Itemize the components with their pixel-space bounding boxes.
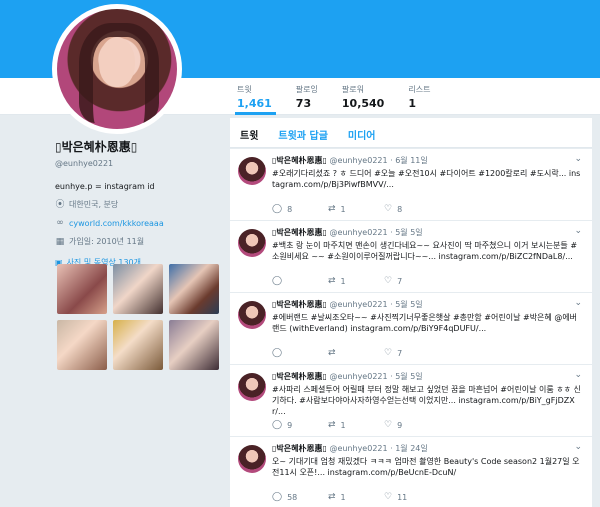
profile-website: ∞ cyworld.com/kkkoreaaa	[55, 218, 225, 228]
reply-icon: ◯	[272, 348, 283, 358]
tweet-avatar[interactable]	[238, 445, 266, 473]
location-pin-icon: ⦿	[55, 199, 65, 210]
tweet-item[interactable]: ▯박은혜朴恩惠▯ @eunhye0221 · 5월 5일 ⌄ #사파리 스페셜투…	[230, 365, 592, 437]
tweet-item[interactable]: ▯박은혜朴恩惠▯ @eunhye0221 · 5월 5일 ⌄ #에버랜드 #날씨…	[230, 293, 592, 365]
retweet-icon: ⇄	[328, 420, 336, 430]
tweet-author[interactable]: ▯박은혜朴恩惠▯	[272, 156, 327, 165]
heart-icon: ♡	[384, 420, 393, 430]
retweet-button[interactable]: ⇄ 1	[328, 420, 384, 430]
media-thumbnail[interactable]	[169, 320, 219, 370]
tweet-meta[interactable]: @eunhye0221 · 5월 5일	[329, 228, 422, 237]
retweet-icon: ⇄	[328, 348, 336, 358]
tweet-meta[interactable]: @eunhye0221 · 1월 24일	[329, 444, 427, 453]
profile-location: ⦿ 대한민국, 분당	[55, 199, 119, 210]
tweet-text: #백초 랑 눈이 마주치면 맨손이 생긴다네요~~ 요사진이 딱 마주쳤으니 이…	[272, 241, 578, 261]
profile-bio: eunhye.p = instagram id	[55, 182, 155, 191]
tweet-timeline: ▯박은혜朴恩惠▯ @eunhye0221 · 6월 11일 ⌄ #오래기다리셨죠…	[230, 149, 592, 507]
tweet-text: 오~ 기대기대 엄청 재밌겠다 ㅋㅋㅋ 엄마전 촬영한 Beauty's Cod…	[272, 457, 580, 477]
profile-avatar[interactable]	[52, 4, 182, 134]
reply-icon: ◯	[272, 492, 283, 502]
tweet-author[interactable]: ▯박은혜朴恩惠▯	[272, 228, 327, 237]
like-button[interactable]: ♡ 9	[384, 420, 440, 430]
tweet-avatar[interactable]	[238, 229, 266, 257]
tweet-actions: ◯ 9 ⇄ 1 ♡ 9	[272, 420, 440, 430]
reply-icon: ◯	[272, 204, 283, 214]
tweet-author[interactable]: ▯박은혜朴恩惠▯	[272, 444, 327, 453]
media-thumbnail[interactable]	[169, 264, 219, 314]
reply-icon: ◯	[272, 420, 283, 430]
tweet-meta[interactable]: @eunhye0221 · 6월 11일	[329, 156, 427, 165]
tweet-author[interactable]: ▯박은혜朴恩惠▯	[272, 300, 327, 309]
retweet-button[interactable]: ⇄ 1	[328, 492, 384, 502]
reply-button[interactable]: ◯ 58	[272, 492, 328, 502]
profile-name[interactable]: ▯박은혜朴恩惠▯	[55, 138, 225, 155]
heart-icon: ♡	[384, 492, 393, 502]
retweet-icon: ⇄	[328, 276, 336, 286]
tweet-actions: ◯ ⇄ ♡ 7	[272, 348, 440, 358]
tweet-meta[interactable]: @eunhye0221 · 5월 5일	[329, 372, 422, 381]
media-thumbnail[interactable]	[57, 264, 107, 314]
tweet-avatar[interactable]	[238, 373, 266, 401]
link-icon: ∞	[56, 218, 64, 228]
chevron-down-icon[interactable]: ⌄	[574, 154, 582, 164]
stat-lists[interactable]: 리스트 1	[396, 84, 442, 114]
reply-button[interactable]: ◯	[272, 276, 328, 286]
chevron-down-icon[interactable]: ⌄	[574, 226, 582, 236]
chevron-down-icon[interactable]: ⌄	[574, 442, 582, 452]
tab-tweets-and-replies[interactable]: 트윗과 답글	[268, 118, 337, 147]
heart-icon: ♡	[384, 276, 393, 286]
retweet-button[interactable]: ⇄ 1	[328, 204, 384, 214]
tweet-actions: ◯ 8 ⇄ 1 ♡ 8	[272, 204, 440, 214]
media-thumbnail[interactable]	[57, 320, 107, 370]
heart-icon: ♡	[384, 348, 393, 358]
tweet-text: #오래기다리셨죠 ? ㅎ 드디어 #오늘 #오전10시 #다이어트 #1200칼…	[272, 169, 581, 189]
like-button[interactable]: ♡ 7	[384, 276, 440, 286]
retweet-icon: ⇄	[328, 204, 336, 214]
media-thumbnail[interactable]	[113, 320, 163, 370]
like-button[interactable]: ♡ 8	[384, 204, 440, 214]
like-button[interactable]: ♡ 7	[384, 348, 440, 358]
profile-joined: ▦ 가입일: 2010년 11월	[55, 236, 145, 247]
tweet-actions: ◯ 58 ⇄ 1 ♡ 11	[272, 492, 440, 502]
media-grid	[57, 264, 219, 370]
heart-icon: ♡	[384, 204, 393, 214]
calendar-icon: ▦	[55, 236, 65, 247]
profile-stats: 트윗 1,461 팔로잉 73 팔로워 10,540 리스트 1	[225, 84, 442, 115]
tab-media[interactable]: 미디어	[338, 118, 386, 147]
retweet-button[interactable]: ⇄ 1	[328, 276, 384, 286]
tweet-actions: ◯ ⇄ 1 ♡ 7	[272, 276, 440, 286]
stat-tweets[interactable]: 트윗 1,461	[225, 84, 284, 115]
reply-button[interactable]: ◯ 8	[272, 204, 328, 214]
stat-followers[interactable]: 팔로워 10,540	[330, 84, 396, 114]
tweet-text: #사파리 스페셜투어 어릴때 부터 정말 해보고 싶었던 꿈을 마흔넘어 #어린…	[272, 385, 581, 416]
tab-tweets[interactable]: 트윗	[230, 118, 268, 147]
tweet-avatar[interactable]	[238, 301, 266, 329]
tweet-text: #에버랜드 #날씨조오타~~ #사진찍기너무좋은햇살 #총만함 #어린이날 #박…	[272, 313, 578, 333]
reply-button[interactable]: ◯ 9	[272, 420, 328, 430]
like-button[interactable]: ♡ 11	[384, 492, 440, 502]
tweet-author[interactable]: ▯박은혜朴恩惠▯	[272, 372, 327, 381]
retweet-button[interactable]: ⇄	[328, 348, 384, 358]
tweet-avatar[interactable]	[238, 157, 266, 185]
tweet-meta[interactable]: @eunhye0221 · 5월 5일	[329, 300, 422, 309]
stat-following[interactable]: 팔로잉 73	[284, 84, 330, 114]
reply-icon: ◯	[272, 276, 283, 286]
tweet-item[interactable]: ▯박은혜朴恩惠▯ @eunhye0221 · 5월 5일 ⌄ #백초 랑 눈이 …	[230, 221, 592, 293]
reply-button[interactable]: ◯	[272, 348, 328, 358]
retweet-icon: ⇄	[328, 492, 336, 502]
chevron-down-icon[interactable]: ⌄	[574, 298, 582, 308]
tweet-item[interactable]: ▯박은혜朴恩惠▯ @eunhye0221 · 1월 24일 ⌄ 오~ 기대기대 …	[230, 437, 592, 507]
profile-card: ▯박은혜朴恩惠▯ @eunhye0221 eunhye.p = instagra…	[55, 138, 225, 268]
profile-handle[interactable]: @eunhye0221	[55, 159, 225, 168]
chevron-down-icon[interactable]: ⌄	[574, 370, 582, 380]
media-thumbnail[interactable]	[113, 264, 163, 314]
timeline-tabs: 트윗 트윗과 답글 미디어	[230, 118, 592, 148]
website-link[interactable]: cyworld.com/kkkoreaaa	[69, 219, 164, 228]
tweet-item[interactable]: ▯박은혜朴恩惠▯ @eunhye0221 · 6월 11일 ⌄ #오래기다리셨죠…	[230, 149, 592, 221]
